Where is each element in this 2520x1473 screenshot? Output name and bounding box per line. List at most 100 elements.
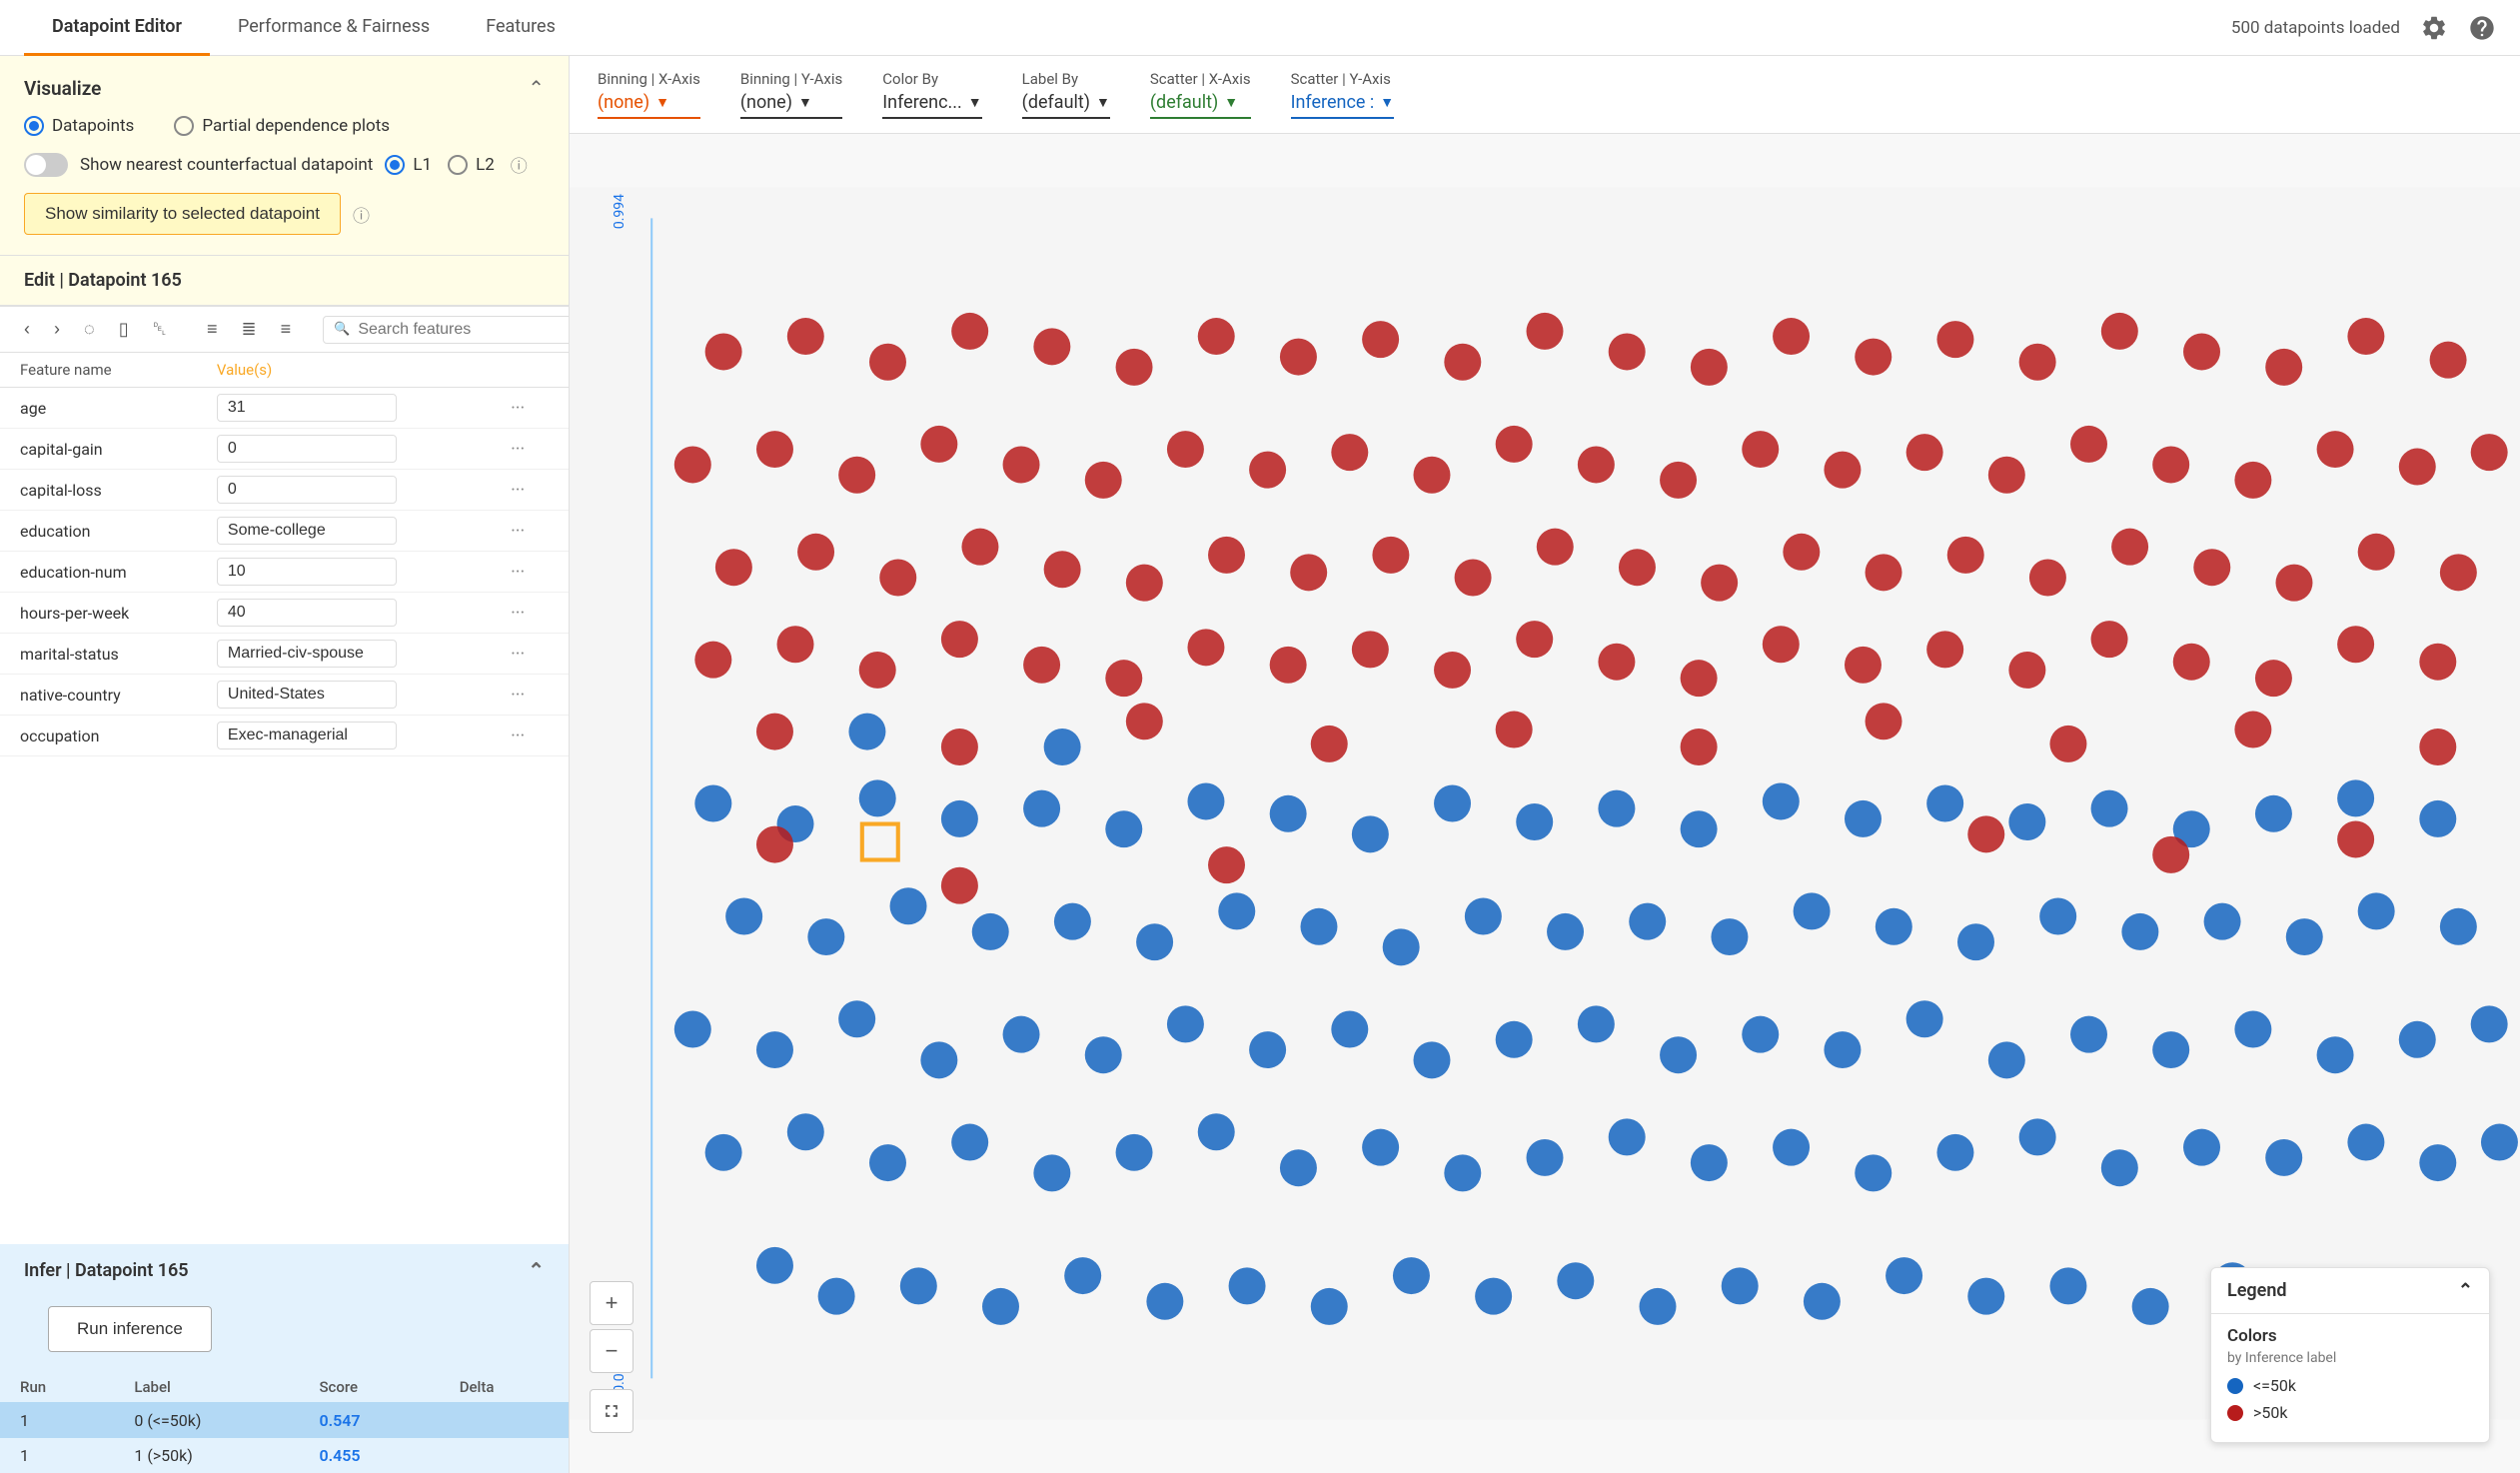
feature-value-input[interactable] bbox=[217, 640, 397, 668]
tab-features[interactable]: Features bbox=[458, 0, 584, 56]
main-layout: Visualize ⌃ Datapoints Partial dependenc… bbox=[0, 56, 2520, 1473]
table-row: hours-per-week ··· bbox=[0, 593, 569, 634]
infer-table-row: 1 0 (<=50k) 0.547 bbox=[0, 1403, 569, 1439]
search-input[interactable] bbox=[358, 321, 565, 339]
infer-run-cell: 1 bbox=[0, 1403, 114, 1439]
feature-more-btn[interactable]: ··· bbox=[507, 603, 529, 624]
feature-table: Feature name Value(s) age ··· capital-ga… bbox=[0, 353, 569, 1244]
feature-value-input[interactable] bbox=[217, 681, 397, 709]
control-scatter-x: Scatter | X-Axis (default) ▼ bbox=[1150, 70, 1251, 119]
run-inference-button[interactable]: Run inference bbox=[48, 1306, 212, 1352]
visualize-title: Visualize bbox=[24, 77, 101, 100]
duplicate-button[interactable]: ▯ bbox=[111, 315, 137, 344]
infer-title: Infer | Datapoint 165 bbox=[24, 1260, 189, 1281]
feature-more-btn[interactable]: ··· bbox=[507, 562, 529, 583]
feature-value-input[interactable] bbox=[217, 558, 397, 586]
settings-icon[interactable] bbox=[2420, 14, 2448, 42]
similarity-row: Show similarity to selected datapoint ⓘ bbox=[24, 193, 545, 235]
feature-more-btn[interactable]: ··· bbox=[507, 644, 529, 665]
binning-x-dropdown[interactable]: (none) ▼ bbox=[598, 92, 700, 119]
zoom-in-button[interactable]: + bbox=[590, 1281, 633, 1325]
align-left-button[interactable]: ≡ bbox=[199, 315, 226, 344]
feature-more-cell: ··· bbox=[487, 429, 569, 470]
next-button[interactable]: › bbox=[46, 315, 68, 344]
zoom-controls: + − bbox=[590, 1281, 633, 1373]
feature-more-cell: ··· bbox=[487, 634, 569, 675]
legend-collapse-icon[interactable]: ⌃ bbox=[2458, 1280, 2473, 1301]
scatter-x-dropdown[interactable]: (default) ▼ bbox=[1150, 92, 1251, 119]
legend-title: Legend bbox=[2227, 1280, 2287, 1301]
feature-value-input[interactable] bbox=[217, 435, 397, 463]
fullscreen-button[interactable] bbox=[590, 1389, 633, 1433]
radio-datapoints[interactable]: Datapoints bbox=[24, 116, 134, 136]
label-by-value: (default) bbox=[1022, 92, 1090, 113]
radio-l1[interactable]: L1 bbox=[385, 155, 432, 175]
similarity-info-icon[interactable]: ⓘ bbox=[353, 202, 370, 227]
feature-value-input[interactable] bbox=[217, 722, 397, 749]
legend-colors-subtitle: by Inference label bbox=[2227, 1350, 2473, 1366]
toggle-label: Show nearest counterfactual datapoint bbox=[80, 155, 373, 175]
radio-partial-dependence-circle bbox=[174, 116, 194, 136]
toolbar: ‹ › ◌ ▯ ␡ ≡ ≣ ≡ 🔍 bbox=[0, 306, 569, 353]
binning-x-label: Binning | X-Axis bbox=[598, 70, 700, 88]
table-row: capital-gain ··· bbox=[0, 429, 569, 470]
feature-more-btn[interactable]: ··· bbox=[507, 521, 529, 542]
radio-l2-label: L2 bbox=[476, 155, 495, 175]
radio-l1-label: L1 bbox=[413, 155, 432, 175]
help-icon[interactable] bbox=[2468, 14, 2496, 42]
infer-section: Infer | Datapoint 165 ⌃ Run inference Ru… bbox=[0, 1244, 569, 1473]
infer-collapse-btn[interactable]: ⌃ bbox=[528, 1258, 545, 1282]
similarity-button[interactable]: Show similarity to selected datapoint bbox=[24, 193, 341, 235]
top-nav: Datapoint Editor Performance & Fairness … bbox=[0, 0, 2520, 56]
tab-datapoint-editor[interactable]: Datapoint Editor bbox=[24, 0, 210, 56]
radio-partial-dependence[interactable]: Partial dependence plots bbox=[174, 116, 390, 136]
scatter-container[interactable]: 0.994 0.000502 bbox=[570, 134, 2520, 1473]
feature-name-cell: capital-loss bbox=[0, 470, 197, 511]
prev-button[interactable]: ‹ bbox=[16, 315, 38, 344]
feature-more-btn[interactable]: ··· bbox=[507, 726, 529, 746]
infer-score-header: Score bbox=[299, 1372, 439, 1403]
control-color-by: Color By Inferenc... ▼ bbox=[882, 70, 981, 119]
control-scatter-y: Scatter | Y-Axis Inference : ▼ bbox=[1291, 70, 1395, 119]
delete-button[interactable]: ␡ bbox=[145, 315, 175, 344]
feature-value-input[interactable] bbox=[217, 599, 397, 627]
infer-table: Run Label Score Delta 1 0 (<=50k) 0.547 … bbox=[0, 1372, 569, 1473]
radio-l1-circle bbox=[385, 155, 405, 175]
color-by-dropdown[interactable]: Inferenc... ▼ bbox=[882, 92, 981, 119]
right-panel: Binning | X-Axis (none) ▼ Binning | Y-Ax… bbox=[570, 56, 2520, 1473]
radio-l2[interactable]: L2 bbox=[448, 155, 495, 175]
legend-dot-blue bbox=[2227, 1378, 2243, 1394]
table-row: capital-loss ··· bbox=[0, 470, 569, 511]
feature-more-btn[interactable]: ··· bbox=[507, 685, 529, 706]
l1l2-info-icon[interactable]: ⓘ bbox=[511, 152, 528, 177]
label-by-dropdown[interactable]: (default) ▼ bbox=[1022, 92, 1110, 119]
counterfactual-toggle[interactable] bbox=[24, 153, 68, 177]
feature-more-btn[interactable]: ··· bbox=[507, 398, 529, 419]
infer-run-header: Run bbox=[0, 1372, 114, 1403]
visualize-collapse-btn[interactable]: ⌃ bbox=[528, 76, 545, 100]
align-right-button[interactable]: ≡ bbox=[273, 315, 300, 344]
zoom-out-button[interactable]: − bbox=[590, 1329, 633, 1373]
binning-y-value: (none) bbox=[740, 92, 792, 113]
feature-more-cell: ··· bbox=[487, 552, 569, 593]
align-center-button[interactable]: ≣ bbox=[234, 315, 265, 344]
infer-header: Infer | Datapoint 165 ⌃ bbox=[0, 1244, 569, 1296]
feature-more-btn[interactable]: ··· bbox=[507, 480, 529, 501]
feature-name-cell: occupation bbox=[0, 716, 197, 756]
scatter-y-dropdown[interactable]: Inference : ▼ bbox=[1291, 92, 1395, 119]
feature-value-input[interactable] bbox=[217, 517, 397, 545]
table-row: occupation ··· bbox=[0, 716, 569, 756]
scatter-x-label: Scatter | X-Axis bbox=[1150, 70, 1251, 88]
run-inference-container: Run inference bbox=[0, 1296, 569, 1372]
legend-label-blue: <=50k bbox=[2253, 1376, 2296, 1395]
feature-name-cell: education bbox=[0, 511, 197, 552]
feature-value-input[interactable] bbox=[217, 394, 397, 422]
feature-more-btn[interactable]: ··· bbox=[507, 439, 529, 460]
legend-dot-red bbox=[2227, 1405, 2243, 1421]
legend-box: Legend ⌃ Colors by Inference label <=50k… bbox=[2210, 1267, 2490, 1443]
tab-performance-fairness[interactable]: Performance & Fairness bbox=[210, 0, 458, 56]
feature-value-input[interactable] bbox=[217, 476, 397, 504]
binning-y-dropdown[interactable]: (none) ▼ bbox=[740, 92, 842, 119]
feature-more-cell: ··· bbox=[487, 470, 569, 511]
history-button[interactable]: ◌ bbox=[76, 315, 103, 344]
